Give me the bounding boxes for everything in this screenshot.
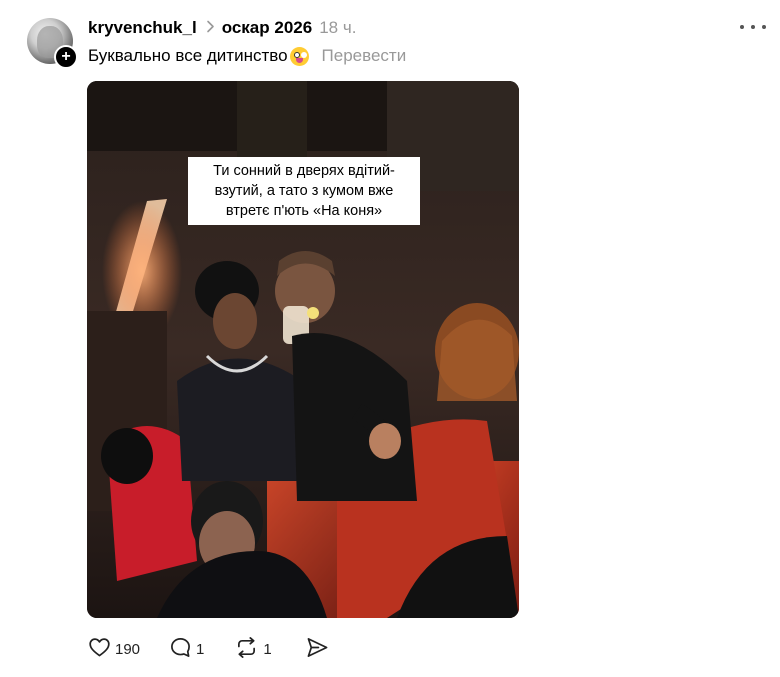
- zany-face-emoji-icon: [289, 46, 309, 66]
- caption-text: Буквально все дитинство: [88, 46, 288, 65]
- more-dots-icon[interactable]: [740, 16, 766, 38]
- follow-plus-icon[interactable]: +: [54, 45, 78, 69]
- video-caption-overlay: Ти сонний в дверях вдітий-взутий, а тато…: [188, 157, 420, 225]
- post-video[interactable]: Ти сонний в дверях вдітий-взутий, а тато…: [87, 81, 519, 618]
- like-count: 190: [115, 640, 141, 658]
- thread-post: + kryvenchuk_l оскар 2026 18 ч. Буквальн…: [0, 0, 780, 677]
- repost-icon: [235, 636, 258, 662]
- chevron-right-icon: [206, 20, 215, 37]
- heart-icon: [89, 637, 110, 661]
- post-header: kryvenchuk_l оскар 2026 18 ч.: [88, 15, 356, 41]
- comment-icon: [170, 637, 191, 662]
- repost-button[interactable]: 1: [235, 636, 272, 662]
- post-time: 18 ч.: [319, 18, 357, 37]
- repost-count: 1: [263, 640, 272, 658]
- send-icon: [306, 637, 329, 662]
- post-caption: Буквально все дитинство Перевести: [88, 46, 406, 66]
- translate-link[interactable]: Перевести: [322, 46, 407, 66]
- topic-tag[interactable]: оскар 2026: [222, 18, 313, 38]
- comment-button[interactable]: 1: [170, 637, 204, 662]
- action-bar: 190 1 1: [87, 636, 329, 662]
- like-button[interactable]: 190: [89, 637, 141, 661]
- username[interactable]: kryvenchuk_l: [88, 18, 197, 38]
- comment-count: 1: [196, 640, 205, 658]
- share-button[interactable]: [306, 637, 329, 662]
